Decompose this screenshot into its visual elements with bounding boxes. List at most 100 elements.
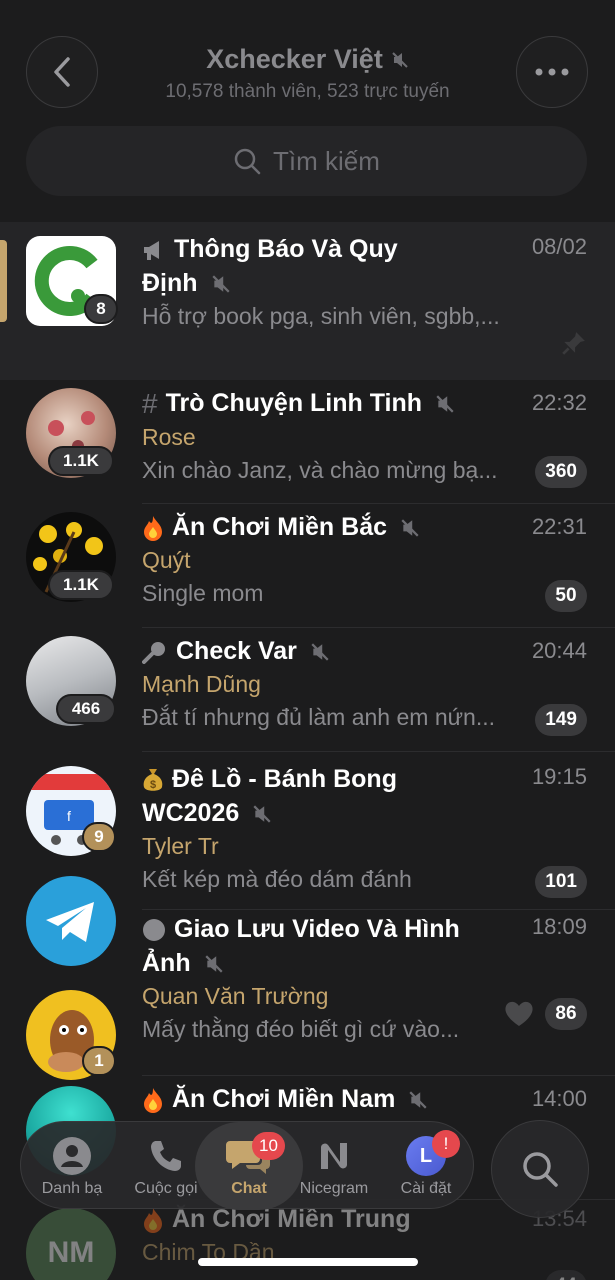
pinned-marker <box>0 240 7 322</box>
chat-time: 18:09 <box>531 914 587 939</box>
avatar: NM <box>26 1208 116 1280</box>
mute-icon <box>311 643 329 661</box>
fire-icon <box>144 1088 162 1114</box>
chat-preview: Single mom <box>142 580 264 606</box>
chat-sender: Quýt <box>142 547 191 573</box>
group-info[interactable]: Xchecker Việt 10,578 thành viên, 523 trự… <box>100 44 515 103</box>
chat-name: Đê Lồ - Bánh Bong <box>172 765 397 793</box>
avatar-initials: NM <box>47 1236 95 1269</box>
tab-label: Danh bạ <box>41 1180 103 1197</box>
chat-name: Trò Chuyện Linh Tinh <box>165 389 423 417</box>
chat-name: Thông Báo Và Quy <box>174 235 398 263</box>
circle-icon <box>143 919 165 942</box>
member-badge: 1 <box>82 1046 116 1076</box>
more-button[interactable] <box>516 36 588 108</box>
chat-name: Ăn Chơi Miền Bắc <box>172 513 388 541</box>
member-badge: 8 <box>84 294 118 324</box>
tab-nicegram[interactable]: Nicegram <box>289 1122 379 1210</box>
group-title: Xchecker Việt <box>206 44 383 74</box>
search-icon <box>234 148 261 175</box>
unread-badge: 44 <box>545 1270 587 1280</box>
chat-name: Check Var <box>176 637 297 665</box>
magnifier-icon <box>142 642 165 665</box>
search-bar[interactable]: Tìm kiếm <box>26 126 587 196</box>
chat-sender: Tyler Tr <box>142 833 219 859</box>
member-badge: 1.1K <box>48 570 114 600</box>
avatar: 1.1K <box>26 512 116 602</box>
heart-icon <box>505 1001 533 1026</box>
chat-row-tro-chuyen[interactable]: 1.1K # Trò Chuyện Linh Tinh Rose Xin chào… <box>0 380 615 504</box>
tab-label: Nicegram <box>299 1180 369 1197</box>
tab-settings[interactable]: L ! Cài đặt <box>381 1122 471 1210</box>
unread-badge: 50 <box>545 580 587 612</box>
chat-sender: Mạnh Dũng <box>142 671 261 697</box>
phone-icon <box>151 1141 181 1171</box>
unread-badge: 101 <box>535 866 587 898</box>
tab-bar: Danh bạ Cuộc gọi 10 Chat Nicegram L ! Cà… <box>20 1121 474 1210</box>
avatar-letter: L <box>419 1144 433 1167</box>
tab-label: Cuộc gọi <box>134 1180 198 1197</box>
search-placeholder: Tìm kiếm <box>273 145 380 176</box>
chat-time: 20:44 <box>531 638 587 663</box>
chat-time: 08/02 <box>531 234 587 259</box>
avatar: 1.1K <box>26 388 116 478</box>
mute-icon <box>253 805 271 823</box>
hash-icon: # <box>142 388 158 420</box>
chat-preview: Kết kép mà đéo dám đánh <box>142 866 412 892</box>
unread-badge: 86 <box>545 998 587 1030</box>
chat-time: 22:32 <box>531 390 587 415</box>
telegram-avatar <box>26 876 116 966</box>
mute-icon <box>392 51 408 68</box>
tab-contacts[interactable]: Danh bạ <box>27 1122 117 1210</box>
tab-label: Chat <box>231 1180 267 1197</box>
unread-badge: 149 <box>535 704 587 736</box>
tab-chat[interactable]: 10 Chat <box>195 1122 303 1210</box>
avatar: 8 <box>26 236 118 326</box>
member-badge: 9 <box>82 822 116 852</box>
money-bag-icon: $ <box>143 769 163 791</box>
chat-preview: Hỗ trợ book pga, sinh viên, sgbb,... <box>142 303 500 329</box>
person-icon <box>53 1137 91 1175</box>
tab-label: Cài đặt <box>400 1180 452 1197</box>
member-count: 10,578 thành viên, 523 trực tuyến <box>165 81 450 102</box>
fire-icon <box>144 1208 162 1234</box>
chat-badge: 10 <box>252 1132 285 1160</box>
chat-preview: Xin chào Janz, và chào mừng bạ... <box>142 457 498 484</box>
chat-time: 19:15 <box>531 764 587 789</box>
chat-row-giao-luu[interactable]: 1 Giao Lưu Video Và Hình Ảnh Quan Văn Tr… <box>0 876 615 1080</box>
chat-sender: Rose <box>142 424 196 451</box>
chat-header: Xchecker Việt 10,578 thành viên, 523 trự… <box>0 0 615 220</box>
search-icon <box>523 1152 558 1187</box>
chat-row-check-var[interactable]: 466 Check Var Mạnh Dũng Đắt tí nhưng đủ … <box>0 628 615 752</box>
nicegram-icon <box>321 1143 347 1169</box>
chat-time: 14:00 <box>531 1086 587 1111</box>
telegram-plane-icon <box>46 902 94 942</box>
avatar: 466 <box>26 636 116 726</box>
ellipsis-icon <box>535 68 569 76</box>
home-indicator <box>198 1258 418 1266</box>
mute-icon <box>409 1091 427 1109</box>
mute-icon <box>436 395 454 413</box>
member-badge: 1.1K <box>48 446 114 476</box>
fire-icon <box>144 516 162 542</box>
chat-time: 22:31 <box>531 514 587 539</box>
global-search-button[interactable] <box>491 1120 589 1218</box>
chat-row-thong-bao[interactable]: 8 Thông Báo Và Quy Định Hỗ trợ book pga,… <box>0 222 615 380</box>
mute-icon <box>204 955 223 973</box>
settings-alert-badge: ! <box>432 1130 460 1158</box>
back-button[interactable] <box>26 36 98 108</box>
chat-name: Ăn Chơi Miền Nam <box>172 1085 396 1113</box>
chat-row-an-choi-mien-bac[interactable]: 1.1K Ăn Chơi Miền Bắc Quýt Single mom 22… <box>0 504 615 628</box>
mute-icon <box>401 519 419 537</box>
svg-text:$: $ <box>150 779 156 791</box>
mute-icon <box>211 275 230 293</box>
member-badge: 466 <box>56 694 116 724</box>
chat-preview: Đắt tí nhưng đủ làm anh em nứn... <box>142 704 495 730</box>
pin-icon <box>562 332 585 355</box>
chat-name-cont: Định <box>142 269 198 297</box>
megaphone-icon <box>144 241 159 261</box>
chat-name-cont: WC2026 <box>142 799 240 827</box>
unread-badge: 360 <box>535 456 587 488</box>
chat-name-cont: Ảnh <box>142 949 191 977</box>
avatar: 1 <box>26 990 116 1080</box>
